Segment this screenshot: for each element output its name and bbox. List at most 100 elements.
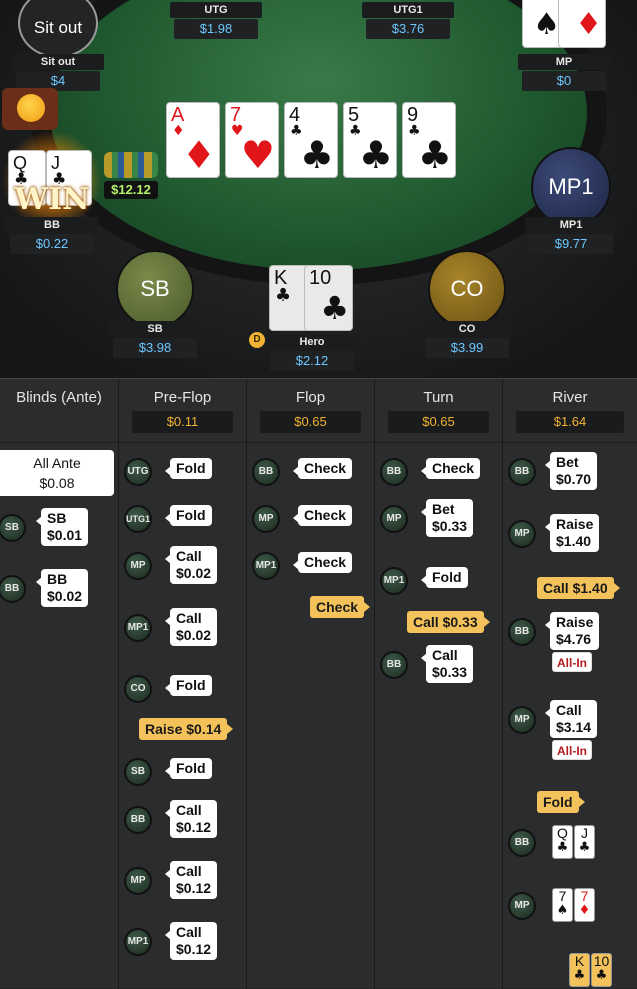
street-title: Pre-Flop <box>153 389 212 406</box>
action-label: Call <box>176 863 202 879</box>
seat-stack: $0.22 <box>10 234 94 254</box>
col-head: Pre-Flop $0.11 <box>119 379 246 443</box>
board-card: 9 ♣ ♣ <box>402 102 456 178</box>
position-chip: BB <box>380 651 408 679</box>
action-bubble: Call $0.02 <box>164 608 218 646</box>
action-bubble: Bet $0.70 <box>544 452 598 490</box>
seat-hero: Hero $2.12 <box>266 334 358 372</box>
hero-action-tag: Call $0.33 <box>407 611 490 633</box>
seat-stack: $0 <box>522 71 606 91</box>
shown-card: K ♣ <box>569 953 590 987</box>
seat-utg: UTG $1.98 <box>170 2 262 40</box>
avatar-label: MP1 <box>548 174 594 199</box>
shown-card: Q ♣ <box>552 825 573 859</box>
all-in-badge: All-In <box>552 740 592 760</box>
action-label: Fold <box>176 507 206 523</box>
action-label: Fold <box>176 460 206 476</box>
all-in-badge: All-In <box>552 652 592 672</box>
card-suit-large: ♥ <box>240 133 275 177</box>
shown-card: 7 ♦ <box>574 888 595 922</box>
action-amount: $0.70 <box>556 471 592 487</box>
action-bubble: Call $0.33 <box>420 645 474 683</box>
card-suit-large: ♣ <box>299 133 334 177</box>
action-label: SB <box>47 510 67 526</box>
poker-table: A ♦ ♦ 7 ♥ ♥ 4 ♣ ♣ 5 ♣ ♣ 9 ♣ ♣ Sit out Sit out $4 UTG $… <box>0 0 637 378</box>
board-card: 5 ♣ ♣ <box>343 102 397 178</box>
action-bubble: Bet $0.33 <box>420 499 474 537</box>
seat-mp1: MP1 $9.77 <box>525 217 617 255</box>
action-amount: $0.01 <box>47 527 83 543</box>
action-label: Call <box>176 924 202 940</box>
action-label: Fold <box>176 677 206 693</box>
card-suit-large: ♦ <box>181 133 216 177</box>
position-chip: MP <box>508 706 536 734</box>
card-suit: ♦ <box>578 903 591 918</box>
action-amount: $0.33 <box>432 518 468 534</box>
card-rank: Q <box>557 825 568 841</box>
street-pot: $0.65 <box>260 411 361 433</box>
position-chip: BB <box>508 618 536 646</box>
hero-action-tag: Call $1.40 <box>537 577 620 599</box>
action-label: Call <box>176 802 202 818</box>
action-bubble: Check <box>292 552 353 573</box>
position-chip: BB <box>380 458 408 486</box>
col-turn: Turn $0.65 BB Check MP Bet $0.33 MP1 Fold Call … <box>375 379 503 989</box>
ante-value: $0.08 <box>39 475 75 491</box>
street-pot: $1.64 <box>516 411 624 433</box>
dealer-button: D <box>249 332 265 348</box>
street-title: Turn <box>423 389 454 406</box>
position-chip: MP1 <box>124 614 152 642</box>
position-chip: UTG1 <box>124 505 152 533</box>
action-amount: $0.33 <box>432 664 468 680</box>
action-label: Bet <box>432 501 455 517</box>
street-pot: $0.65 <box>388 411 489 433</box>
action-bubble: Fold <box>165 458 212 479</box>
seat-name: MP <box>518 54 610 70</box>
col-river: River $1.64 BB Bet $0.70 MP Raise $1.40 Call $… <box>503 379 637 989</box>
ante-label: All Ante <box>33 455 81 471</box>
hero-action-tag: Check <box>310 596 371 618</box>
position-chip: CO <box>124 675 152 703</box>
position-chip: MP <box>508 892 536 920</box>
action-amount: $0.02 <box>176 565 212 581</box>
position-chip: MP <box>380 505 408 533</box>
seat-stack: $1.98 <box>174 19 258 39</box>
mp1-avatar[interactable]: MP1 <box>531 147 611 227</box>
action-label: Check <box>304 507 347 523</box>
shown-card: J ♣ <box>574 825 595 859</box>
col-head: River $1.64 <box>503 379 637 443</box>
sb-avatar[interactable]: SB <box>116 250 194 328</box>
action-bubble: BB $0.02 <box>35 569 89 607</box>
action-bubble: Fold <box>165 758 212 779</box>
position-chip: BB <box>508 829 536 857</box>
action-bubble: Call $3.14 <box>544 700 598 738</box>
seat-sitout: Sit out $4 <box>12 54 104 92</box>
seat-stack: $3.98 <box>113 338 197 358</box>
action-label: Call <box>176 548 202 564</box>
position-chip: BB <box>252 458 280 486</box>
seat-name: Sit out <box>12 54 104 70</box>
action-label: Raise <box>556 516 594 532</box>
co-avatar[interactable]: CO <box>428 250 506 328</box>
action-amount: $3.14 <box>556 719 592 735</box>
seat-name: UTG1 <box>362 2 454 18</box>
action-amount: $0.02 <box>47 588 83 604</box>
action-bubble: Fold <box>421 567 468 588</box>
card-suit: ♣ <box>578 840 591 855</box>
position-chip: BB <box>124 806 152 834</box>
shown-card: 7 ♠ <box>552 888 573 922</box>
col-head: Flop $0.65 <box>247 379 374 443</box>
board-card: 4 ♣ ♣ <box>284 102 338 178</box>
seat-name: MP1 <box>525 217 617 233</box>
ante-box: All Ante $0.08 <box>0 450 114 496</box>
seat-stack: $9.77 <box>529 234 613 254</box>
action-bubble: Call $0.02 <box>164 546 218 584</box>
action-label: Fold <box>432 569 462 585</box>
position-chip: MP <box>508 520 536 548</box>
seat-co: CO $3.99 <box>421 321 513 359</box>
seat-stack: $3.99 <box>425 338 509 358</box>
card-suit-large: ♣ <box>417 133 452 177</box>
action-label: Check <box>304 460 347 476</box>
position-chip: MP <box>124 867 152 895</box>
card-suit: ♣ <box>556 840 569 855</box>
